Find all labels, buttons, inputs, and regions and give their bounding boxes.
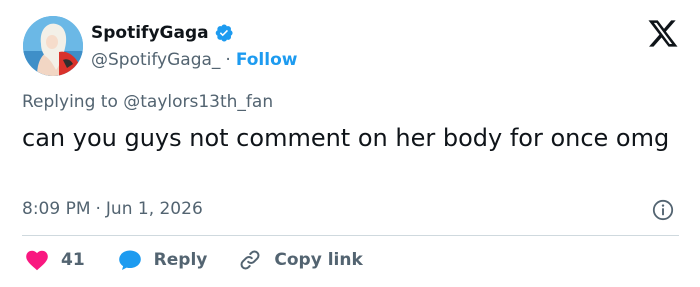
avatar-image: [23, 16, 83, 76]
copy-link-button[interactable]: Copy link: [238, 248, 363, 272]
heart-icon: [26, 250, 48, 271]
tweet-timestamp[interactable]: 8:09 PM · Jun 1, 2026: [22, 197, 203, 221]
avatar[interactable]: [23, 16, 83, 76]
replying-to-line: Replying to @taylors13th_fan: [22, 92, 273, 112]
author-name-row: SpotifyGaga: [91, 20, 234, 46]
info-icon[interactable]: [651, 198, 675, 222]
author-handle[interactable]: @SpotifyGaga_: [91, 50, 220, 70]
copy-link-label: Copy link: [274, 250, 363, 270]
verified-badge-icon: [214, 23, 234, 43]
tweet-time: 8:09 PM: [22, 199, 91, 219]
tweet-text: can you guys not comment on her body for…: [22, 124, 670, 152]
replying-to-prefix: Replying to: [22, 92, 118, 112]
author-handle-row: @SpotifyGaga_ · Follow: [91, 48, 297, 72]
tweet-date: Jun 1, 2026: [105, 199, 203, 219]
like-button[interactable]: 41: [25, 249, 85, 271]
replying-to-mention[interactable]: @taylors13th_fan: [123, 92, 273, 112]
link-icon: [240, 250, 260, 270]
follow-button[interactable]: Follow: [236, 50, 298, 70]
divider: [22, 235, 679, 236]
reply-button[interactable]: Reply: [118, 249, 208, 271]
speech-bubble-icon: [118, 250, 141, 270]
tweet-actions: 41 Reply Copy link: [22, 246, 363, 274]
reply-label: Reply: [153, 250, 208, 270]
author-display-name[interactable]: SpotifyGaga: [91, 23, 209, 43]
handle-separator: ·: [225, 50, 231, 70]
x-logo-icon[interactable]: [647, 19, 679, 48]
like-count: 41: [61, 250, 85, 270]
timestamp-separator: ·: [95, 199, 101, 219]
